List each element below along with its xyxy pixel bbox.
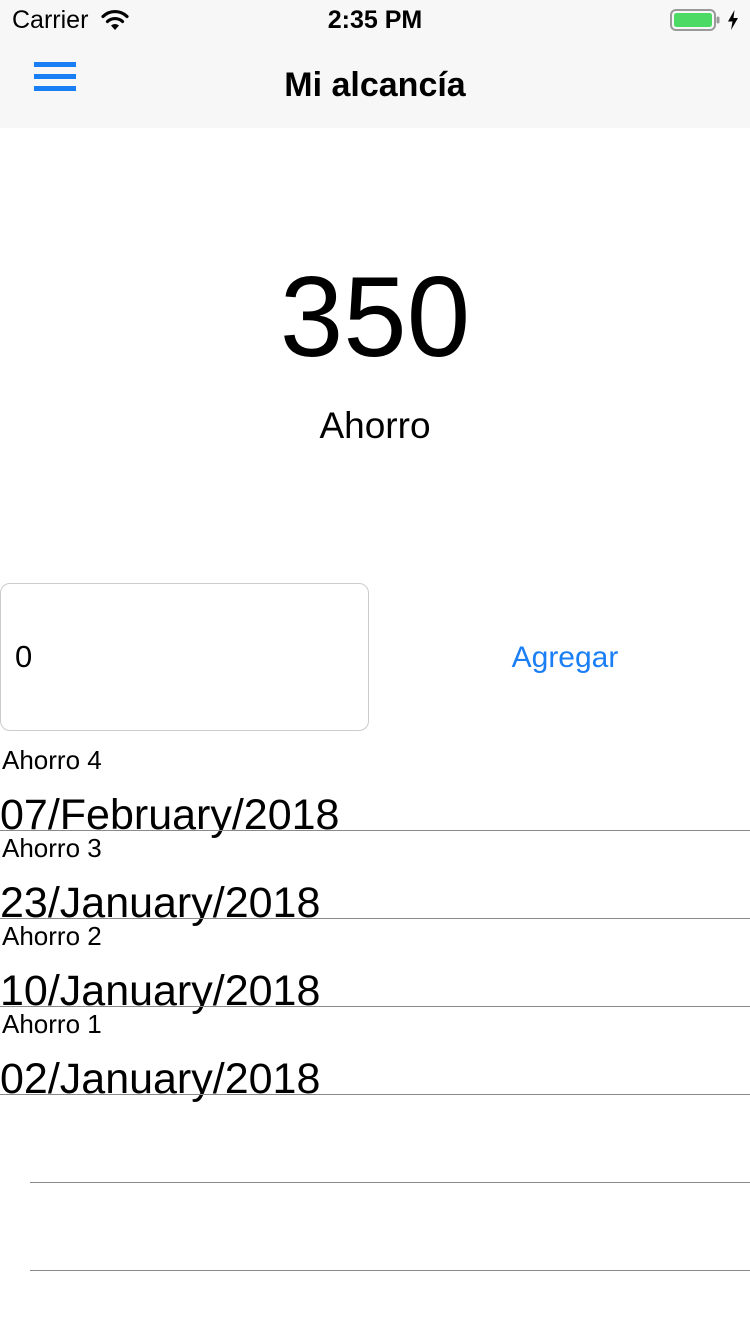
saving-name: Ahorro 4 xyxy=(2,745,102,775)
total-savings-amount: 350 xyxy=(279,254,471,381)
page-title: Mi alcancía xyxy=(284,66,466,104)
list-item[interactable]: Ahorro 4 07/February/2018 xyxy=(0,743,750,839)
empty-list-row xyxy=(0,1095,750,1183)
navigation-bar: Mi alcancía xyxy=(0,40,750,128)
empty-list-row xyxy=(0,1183,750,1271)
charging-bolt-icon xyxy=(728,10,738,30)
saving-name: Ahorro 3 xyxy=(2,833,102,863)
saving-name: Ahorro 2 xyxy=(2,921,102,951)
status-time: 2:35 PM xyxy=(327,6,423,34)
total-savings-label: Ahorro xyxy=(319,405,431,446)
battery-icon xyxy=(670,9,720,31)
add-button[interactable]: Agregar xyxy=(470,636,660,680)
list-item[interactable]: Ahorro 2 10/January/2018 xyxy=(0,919,750,1015)
amount-input[interactable] xyxy=(0,583,369,731)
savings-list[interactable]: Ahorro 4 07/February/2018 Ahorro 3 23/Ja… xyxy=(0,743,750,1334)
status-bar: Carrier 2:35 PM xyxy=(0,0,750,40)
list-item[interactable]: Ahorro 1 02/January/2018 xyxy=(0,1007,750,1103)
saving-name: Ahorro 1 xyxy=(2,1009,102,1039)
row-separator xyxy=(30,1270,750,1271)
list-item[interactable]: Ahorro 3 23/January/2018 xyxy=(0,831,750,927)
